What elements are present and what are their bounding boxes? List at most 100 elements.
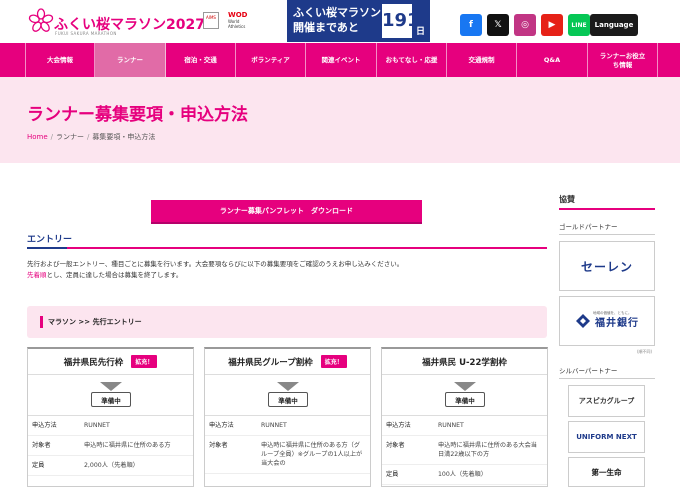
entry-card: 福井県民 U-22学割枠準備中申込方法 RUNNET 対象者 申込時に福井県に住所のあ… — [381, 347, 548, 487]
sakura-logo-icon — [28, 8, 54, 32]
entry-description: 先行および一般エントリー、種目ごとに募集を行います。大会要項ならびに以下の募集要… — [27, 260, 404, 268]
detail-key: 定員 — [32, 462, 45, 469]
expanded-badge: 拡充！ — [320, 355, 347, 368]
gold-partner-heading: ゴールドパートナー — [559, 222, 655, 235]
detail-value: RUNNET — [438, 422, 464, 429]
sponsor-logo-uniform-next[interactable]: UNIFORM NEXT — [568, 421, 645, 453]
card-header: 福井県民先行枠 拡充！ — [28, 349, 193, 375]
first-come-highlight: 先着順 — [27, 271, 47, 279]
language-button[interactable]: Language — [590, 14, 638, 36]
countdown-line2: 開催まであと — [293, 21, 359, 34]
detail-row: 対象者 申込時に福井県に住所のある大会当日満22歳以下の方 — [382, 436, 547, 465]
breadcrumb-separator: / — [50, 133, 54, 141]
main-nav: 大会情報 ランナー 宿泊・交通 ボランティア 関連イベント おもてなし・応援 交通規制 Q&A… — [0, 42, 680, 78]
card-details: 申込方法 RUNNET 対象者 申込時に福井県に住所のある方定員 2,000人（先着順） — [28, 415, 193, 476]
countdown-box: ふくい桜マラソン 開催まであと 191 日 — [287, 0, 430, 42]
nav-item-7[interactable]: Q&A — [517, 43, 588, 78]
sponsor-logo-seiren[interactable]: セーレン — [559, 241, 655, 291]
detail-key: 申込方法 — [209, 422, 234, 429]
breadcrumb-runner[interactable]: ランナー — [56, 133, 84, 141]
detail-row: 定員 2,000人（先着順） — [28, 456, 193, 476]
section-subheading: マラソン >> 先行エントリー — [27, 306, 547, 338]
order-note: (順不同) — [637, 349, 653, 354]
breadcrumb-current: 募集要項・申込方法 — [92, 133, 156, 141]
countdown-days: 191 — [382, 4, 420, 38]
detail-value: 2,000人（先着順） — [84, 462, 139, 469]
site-header: ふくい桜マラソン2027 FUKUI SAKURA MARATHON AIMS … — [0, 0, 680, 42]
nav-item-3[interactable]: ボランティア — [236, 43, 306, 78]
site-logo[interactable]: ふくい桜マラソン2027 FUKUI SAKURA MARATHON — [28, 8, 205, 36]
world-athletics-badge: WOD World Athletics Label Road Races — [228, 12, 254, 29]
breadcrumb-separator: / — [87, 133, 90, 141]
sponsor-logo-daiichi-life[interactable]: 第一生命 — [568, 457, 645, 487]
status-badge: 準備中 — [91, 392, 131, 407]
entry-description-rest: とし、定員に達した場合は募集を終了します。 — [46, 271, 183, 279]
detail-value: RUNNET — [261, 422, 287, 429]
detail-key: 定員 — [386, 471, 399, 478]
detail-row: 定員 100人（先着順） — [382, 465, 547, 485]
subheading-text: マラソン >> 先行エントリー — [48, 318, 142, 326]
expanded-badge: 拡充！ — [131, 355, 158, 368]
badge2-sub: World Athletics Label Road Races — [228, 19, 246, 29]
sponsor-logo-aspica[interactable]: アスピカグループ — [568, 385, 645, 417]
detail-value: 申込時に福井県に住所のある大会当日満22歳以下の方 — [438, 442, 537, 458]
detail-key: 申込方法 — [32, 422, 57, 429]
detail-value: 申込時に福井県に住所のある方（グループ全員）※グループの1人以上が当大会の — [261, 442, 363, 467]
entry-card: 福井県民先行枠 拡充！ 準備中申込方法 RUNNET 対象者 申込時に福井県に住所のある方… — [27, 347, 194, 487]
badge2-title: WOD — [228, 12, 248, 19]
detail-value: 100人（先着順） — [438, 471, 487, 478]
detail-row: 申込方法 RUNNET — [382, 416, 547, 436]
nav-item-4[interactable]: 関連イベント — [306, 43, 377, 78]
countdown-line1: ふくい桜マラソン — [293, 6, 381, 19]
countdown-label: ふくい桜マラソン 開催まであと — [293, 5, 381, 35]
detail-row: 申込方法 RUNNET — [205, 416, 370, 436]
nav-item-6[interactable]: 交通規制 — [447, 43, 517, 78]
countdown-unit: 日 — [416, 27, 426, 37]
detail-value: 申込時に福井県に住所のある方 — [84, 442, 171, 449]
detail-row: 申込方法 RUNNET — [28, 416, 193, 436]
nav-item-8[interactable]: ランナーお役立ち情報 — [588, 43, 658, 78]
down-arrow-icon — [100, 382, 122, 391]
nav-item-2[interactable]: 宿泊・交通 — [166, 43, 236, 78]
detail-key: 対象者 — [386, 442, 405, 449]
nav-item-0[interactable]: 大会情報 — [25, 43, 95, 78]
down-arrow-icon — [277, 382, 299, 391]
card-title: 福井県民グループ割枠 — [228, 357, 313, 368]
nav-item-1[interactable]: ランナー — [95, 43, 166, 78]
page-hero: ランナー募集要項・申込方法 Home / ランナー / 募集要項・申込方法 — [0, 77, 680, 163]
facebook-icon[interactable]: f — [460, 14, 482, 36]
subheading-accent-bar — [40, 316, 43, 328]
sponsor-heading: 協賛 — [559, 195, 655, 210]
line-icon[interactable]: LINE — [568, 14, 590, 36]
breadcrumb-home[interactable]: Home — [27, 133, 48, 141]
bank-mark-icon — [576, 314, 590, 328]
pamphlet-download-button[interactable]: ランナー募集パンフレット ダウンロード — [151, 200, 422, 222]
page-title: ランナー募集要項・申込方法 — [27, 105, 248, 125]
card-header: 福井県民グループ割枠 拡充！ — [205, 349, 370, 375]
aims-badge: AIMS — [203, 12, 219, 29]
detail-value: RUNNET — [84, 422, 110, 429]
nav-item-5[interactable]: おもてなし・応援 — [377, 43, 447, 78]
silver-partner-heading: シルバーパートナー — [559, 366, 655, 379]
card-header: 福井県民 U-22学割枠 — [382, 349, 547, 375]
down-arrow-icon — [454, 382, 476, 391]
card-details: 申込方法 RUNNET 対象者 申込時に福井県に住所のある方（グループ全員）※グループ… — [205, 415, 370, 474]
card-title: 福井県民 U-22学割枠 — [422, 357, 507, 368]
detail-key: 申込方法 — [386, 422, 411, 429]
card-details: 申込方法 RUNNET 対象者 申込時に福井県に住所のある大会当日満22歳以下の方定員… — [382, 415, 547, 485]
detail-row: 対象者 申込時に福井県に住所のある方（グループ全員）※グループの1人以上が当大会の — [205, 436, 370, 474]
status-badge: 準備中 — [445, 392, 485, 407]
bank-tagline: 地域の価値を、ともに。 — [593, 311, 632, 315]
entry-heading: エントリー — [27, 235, 547, 249]
youtube-icon[interactable]: ▶ — [541, 14, 563, 36]
sponsor-logo-fukui-bank[interactable]: 地域の価値を、ともに。 福井銀行 — [559, 296, 655, 346]
logo-subtitle: FUKUI SAKURA MARATHON — [55, 31, 117, 36]
x-icon[interactable]: 𝕏 — [487, 14, 509, 36]
instagram-icon[interactable]: ◎ — [514, 14, 536, 36]
card-title: 福井県民先行枠 — [63, 357, 124, 368]
entry-card: 福井県民グループ割枠 拡充！ 準備中申込方法 RUNNET 対象者 申込時に福井県に住所の… — [204, 347, 371, 487]
status-badge: 準備中 — [268, 392, 308, 407]
detail-key: 対象者 — [32, 442, 51, 449]
breadcrumb: Home / ランナー / 募集要項・申込方法 — [27, 132, 155, 142]
detail-row: 対象者 申込時に福井県に住所のある方 — [28, 436, 193, 456]
